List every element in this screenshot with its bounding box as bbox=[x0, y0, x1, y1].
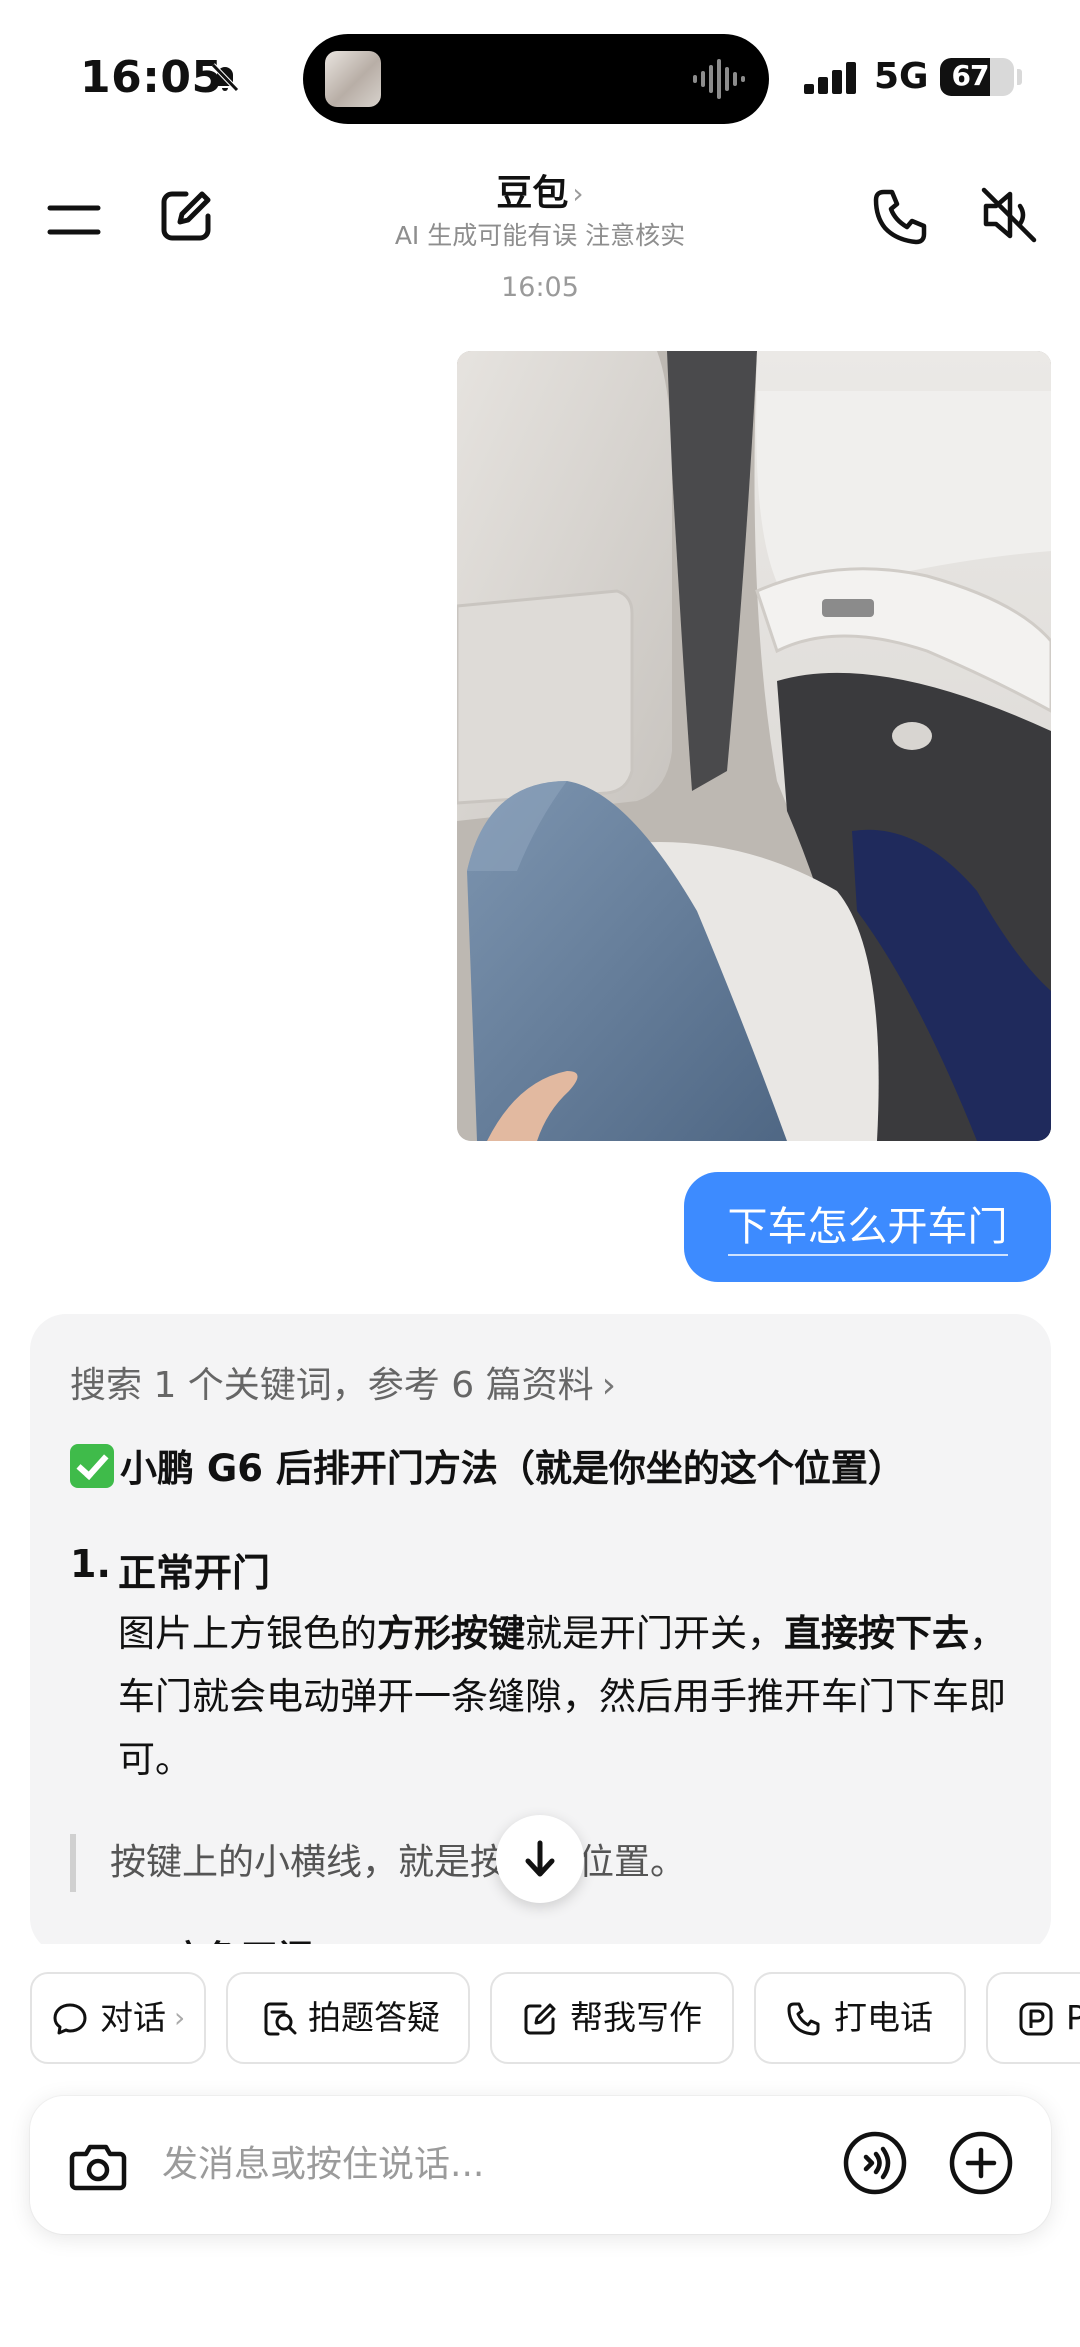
list-item-body: 图片上方银色的方形按键就是开门开关，直接按下去，车门就会电动弹开一条缝隙，然后用… bbox=[118, 1602, 1018, 1791]
message-input-bar[interactable]: 发消息或按住说话... bbox=[30, 2096, 1051, 2234]
search-summary-text: 搜索 1 个关键词，参考 6 篇资料 bbox=[70, 1365, 594, 1406]
chevron-right-icon: › bbox=[572, 177, 584, 210]
menu-icon[interactable] bbox=[46, 192, 102, 248]
chevron-right-icon: › bbox=[601, 1365, 616, 1406]
phone-icon[interactable] bbox=[870, 186, 932, 248]
photo-question-icon bbox=[264, 2002, 297, 2036]
message-input-placeholder[interactable]: 发消息或按住说话... bbox=[162, 2096, 484, 2234]
body-bold-2: 直接按下去 bbox=[784, 1612, 969, 1655]
status-time: 16:05 bbox=[80, 52, 223, 103]
chip-label: 对话 bbox=[100, 1998, 166, 2037]
user-message-bubble[interactable]: 下车怎么开车门 bbox=[684, 1172, 1051, 1282]
response-heading-text: 小鹏 G6 后排开门方法（就是你坐的这个位置） bbox=[120, 1447, 905, 1490]
scroll-to-bottom-button[interactable] bbox=[496, 1815, 584, 1903]
quick-actions-bar: 对话 › 拍题答疑 帮我写作 打电话 P bbox=[30, 1972, 1080, 2064]
chip-photo-question[interactable]: 拍题答疑 bbox=[226, 1972, 470, 2064]
network-type: 5G bbox=[874, 56, 929, 97]
chip-call[interactable]: 打电话 bbox=[754, 1972, 966, 2064]
body-text-2: 就是开门开关， bbox=[525, 1612, 784, 1655]
dynamic-island[interactable] bbox=[303, 34, 769, 124]
chip-help-write[interactable]: 帮我写作 bbox=[490, 1972, 734, 2064]
body-bold-1: 方形按键 bbox=[377, 1612, 525, 1655]
chat-title-button[interactable]: 豆包 › bbox=[340, 164, 740, 216]
phone-icon bbox=[787, 2002, 820, 2036]
chat-title: 豆包 bbox=[496, 173, 569, 214]
user-photo[interactable] bbox=[457, 351, 1051, 1141]
status-bar: 16:05 5G 67 bbox=[0, 0, 1080, 150]
speaker-muted-icon[interactable] bbox=[978, 184, 1040, 246]
write-icon bbox=[524, 2003, 556, 2035]
bell-slash-icon bbox=[211, 63, 239, 92]
blockquote: 按键上的小横线，就是按压的位置。 bbox=[70, 1834, 686, 1892]
new-chat-icon[interactable] bbox=[156, 186, 216, 246]
search-summary-button[interactable]: 搜索 1 个关键词，参考 6 篇资料 › bbox=[70, 1356, 616, 1408]
voice-wave-icon bbox=[693, 59, 745, 99]
chip-more[interactable]: P bbox=[986, 1972, 1080, 2064]
arrow-down-icon bbox=[525, 1840, 555, 1877]
battery-icon: 67 bbox=[940, 58, 1014, 96]
car-interior-photo bbox=[457, 351, 1051, 1141]
ai-disclaimer: AI 生成可能有误 注意核实 bbox=[394, 221, 686, 250]
list-item-number: 1. bbox=[70, 1542, 111, 1586]
chip-label: 帮我写作 bbox=[570, 1998, 702, 2037]
body-text-1: 图片上方银色的 bbox=[118, 1612, 377, 1655]
plus-icon[interactable] bbox=[948, 2130, 1014, 2196]
battery-nub bbox=[1017, 69, 1022, 85]
chip-label: P bbox=[1066, 1998, 1080, 2037]
chip-chat[interactable]: 对话 › bbox=[30, 1972, 206, 2064]
response-heading: 小鹏 G6 后排开门方法（就是你坐的这个位置） bbox=[70, 1438, 905, 1492]
chip-label: 打电话 bbox=[834, 1998, 933, 2037]
voice-mode-icon[interactable] bbox=[842, 2130, 908, 2196]
user-message-text: 下车怎么开车门 bbox=[727, 1204, 1008, 1256]
parking-icon bbox=[1019, 2002, 1053, 2036]
chip-label: 拍题答疑 bbox=[308, 1998, 440, 2037]
cellular-signal-icon bbox=[804, 62, 856, 94]
now-playing-thumbnail bbox=[325, 51, 381, 107]
camera-icon[interactable] bbox=[68, 2136, 128, 2196]
message-timestamp: 16:05 bbox=[501, 272, 579, 303]
list-item-title: 正常开门 bbox=[118, 1551, 271, 1595]
check-mark-icon bbox=[70, 1444, 114, 1488]
battery-percent: 67 bbox=[951, 59, 990, 92]
chevron-right-icon: › bbox=[174, 2001, 186, 2034]
chat-bubble-icon bbox=[53, 2003, 87, 2035]
